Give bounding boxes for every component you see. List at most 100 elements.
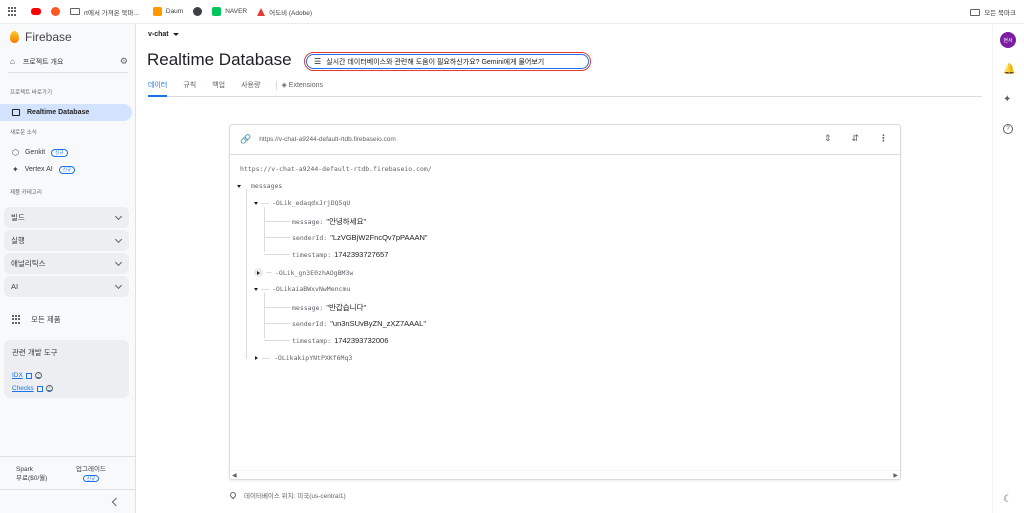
- section-title-categories: 제품 카테고리: [10, 190, 42, 196]
- chevron-down-icon: [114, 281, 123, 289]
- location-pin-icon: [228, 490, 238, 500]
- field-message[interactable]: message: "반갑습니다": [264, 302, 366, 313]
- external-link-icon: [25, 372, 32, 379]
- tab-rules[interactable]: 규칙: [183, 80, 196, 97]
- sidebar-item-vertex-ai[interactable]: ✦ Vertex AI 신규: [12, 165, 76, 174]
- section-title-news: 새로운 소식: [10, 130, 37, 136]
- youtube-icon[interactable]: [31, 8, 41, 15]
- all-bookmarks-button[interactable]: 모든 북마크: [970, 0, 1016, 24]
- dark-mode-icon[interactable]: ☾: [1003, 494, 1012, 505]
- bookmark-imported-folder[interactable]: rt에서 가져온 북마...: [70, 7, 139, 17]
- all-products-item[interactable]: 모든 제품: [12, 314, 61, 325]
- tab-bar: 데이터 규칙 백업 사용량 ◈ Extensions: [148, 80, 982, 97]
- avatar[interactable]: 현서: [1000, 32, 1016, 48]
- firebase-logo[interactable]: Firebase: [10, 30, 72, 44]
- category-run[interactable]: 실행: [4, 230, 129, 251]
- more-vert-icon[interactable]: ⋮: [879, 133, 888, 144]
- expand-icon[interactable]: [254, 268, 263, 277]
- related-tools-card: 관련 개발 도구 IDX ? Checks ?: [4, 340, 129, 398]
- tree-node[interactable]: -OLik_gn3E0zhAOgBM3w: [254, 268, 353, 277]
- gemini-spark-icon[interactable]: ✦: [1003, 94, 1011, 105]
- caret-down-icon: [172, 33, 179, 36]
- gemini-prompt-icon: ☰: [314, 57, 322, 66]
- adobe-icon: [257, 7, 266, 16]
- category-analytics[interactable]: 애널리틱스: [4, 253, 129, 274]
- vertex-ai-icon: ✦: [12, 165, 19, 174]
- ask-gemini-button[interactable]: ☰ 실시간 데이터베이스와 관련해 도움이 필요하신가요? Gemini에게 물…: [304, 52, 591, 71]
- horizontal-scrollbar[interactable]: ◀ ▶: [230, 470, 900, 479]
- tab-divider: [276, 81, 278, 90]
- divider: [8, 72, 128, 73]
- category-build[interactable]: 빌드: [4, 207, 129, 228]
- external-link-icon: [36, 385, 43, 392]
- help-icon[interactable]: ?: [45, 385, 53, 392]
- bookmarks-bar: rt에서 가져온 북마... Daum NAVER 어도비 (Adobe) 모든…: [0, 0, 1024, 24]
- category-ai[interactable]: AI: [4, 276, 129, 297]
- panel-toolbar: ⇕ ⇵ ⋮: [824, 133, 888, 144]
- flame-bookmark-icon[interactable]: [51, 7, 60, 16]
- checks-link[interactable]: Checks ?: [12, 385, 121, 392]
- root-url[interactable]: https://v-chat-a9244-default-rtdb.fireba…: [240, 165, 432, 173]
- expand-all-icon[interactable]: ⇕: [824, 133, 832, 144]
- tab-extensions[interactable]: ◈ Extensions: [281, 80, 323, 97]
- database-panel: 🔗 https://v-chat-a9244-default-rtdb.fire…: [229, 124, 901, 480]
- collapse-all-icon[interactable]: ⇵: [851, 133, 859, 144]
- chevron-down-icon: [114, 235, 123, 243]
- plan-info: Spark 무료($0/월): [16, 466, 48, 482]
- bookmark-naver[interactable]: NAVER: [212, 7, 247, 16]
- tab-usage[interactable]: 사용량: [241, 80, 260, 97]
- chrome-icon[interactable]: [193, 7, 203, 16]
- new-badge: 신규: [58, 165, 76, 174]
- bookmark-adobe[interactable]: 어도비 (Adobe): [257, 7, 312, 17]
- database-url[interactable]: https://v-chat-a9244-default-rtdb.fireba…: [259, 136, 396, 143]
- genkit-icon: ⬡: [12, 148, 19, 157]
- divider: [0, 456, 135, 457]
- field-message[interactable]: message: "안녕하세요": [264, 216, 366, 227]
- folder-icon: [70, 8, 80, 15]
- sidebar-item-genkit[interactable]: ⬡ Genkit 신규: [12, 148, 68, 157]
- tree-node[interactable]: -OLikaiaBWxvNwMencmu: [254, 285, 350, 293]
- chevron-down-icon: [114, 258, 123, 266]
- tab-data[interactable]: 데이터: [148, 80, 168, 97]
- apps-grid-icon[interactable]: [8, 7, 17, 16]
- expand-icon[interactable]: [254, 201, 258, 205]
- page-title: Realtime Database: [147, 50, 292, 69]
- section-title-shortcuts: 프로젝트 바로가기: [10, 90, 53, 96]
- help-icon[interactable]: ?: [1003, 124, 1013, 134]
- notifications-icon[interactable]: 🔔: [1003, 64, 1015, 75]
- idx-link[interactable]: IDX ?: [12, 372, 121, 379]
- expand-icon[interactable]: [255, 356, 258, 360]
- gear-icon[interactable]: ⚙: [120, 56, 128, 67]
- sidebar-item-realtime-database[interactable]: Realtime Database: [0, 104, 132, 121]
- project-overview-item[interactable]: ⌂ 프로젝트 개요 ⚙: [10, 56, 128, 67]
- tab-backups[interactable]: 백업: [212, 80, 225, 97]
- collapse-sidebar-icon[interactable]: [111, 497, 121, 507]
- daum-icon: [152, 7, 162, 16]
- project-selector[interactable]: v-chat: [148, 31, 179, 38]
- new-badge: 신규: [51, 148, 68, 157]
- help-icon[interactable]: ?: [34, 372, 42, 379]
- expand-icon[interactable]: [254, 287, 258, 291]
- field-timestamp[interactable]: timestamp: 1742393727657: [264, 250, 388, 259]
- related-tools-title: 관련 개발 도구: [12, 348, 58, 357]
- field-timestamp[interactable]: timestamp: 1742393732006: [264, 336, 388, 345]
- home-icon: ⌂: [10, 57, 15, 66]
- field-sender-id[interactable]: senderId: "un3nSUvByZN_zXZ7AAAL": [264, 319, 426, 328]
- link-icon[interactable]: 🔗: [240, 134, 251, 145]
- tree-node[interactable]: -OLikakipYNtPXKf6Mq3: [255, 354, 352, 362]
- tree-node[interactable]: -OLik_edaqdxJrjDQ5qU: [254, 199, 350, 207]
- database-icon: [12, 109, 20, 116]
- chevron-down-icon: [114, 212, 123, 220]
- upgrade-button[interactable]: 업그레이드 신규: [76, 465, 106, 483]
- expand-icon[interactable]: [237, 184, 241, 188]
- sidebar: Firebase ⌂ 프로젝트 개요 ⚙ 프로젝트 바로가기 Realtime …: [0, 24, 136, 513]
- bookmark-daum[interactable]: Daum: [152, 7, 183, 16]
- tree-node-messages[interactable]: messages: [237, 182, 282, 190]
- database-location: 데이터베이스 위치: 미국(us-central1): [228, 490, 346, 500]
- field-sender-id[interactable]: senderId: "LzVGBjW2FncQv7pPAAAN": [264, 233, 428, 242]
- naver-icon: [212, 7, 222, 16]
- firebase-flame-icon: [10, 31, 19, 43]
- folder-icon: [970, 8, 981, 16]
- divider: [0, 489, 135, 490]
- new-badge: 신규: [82, 475, 100, 482]
